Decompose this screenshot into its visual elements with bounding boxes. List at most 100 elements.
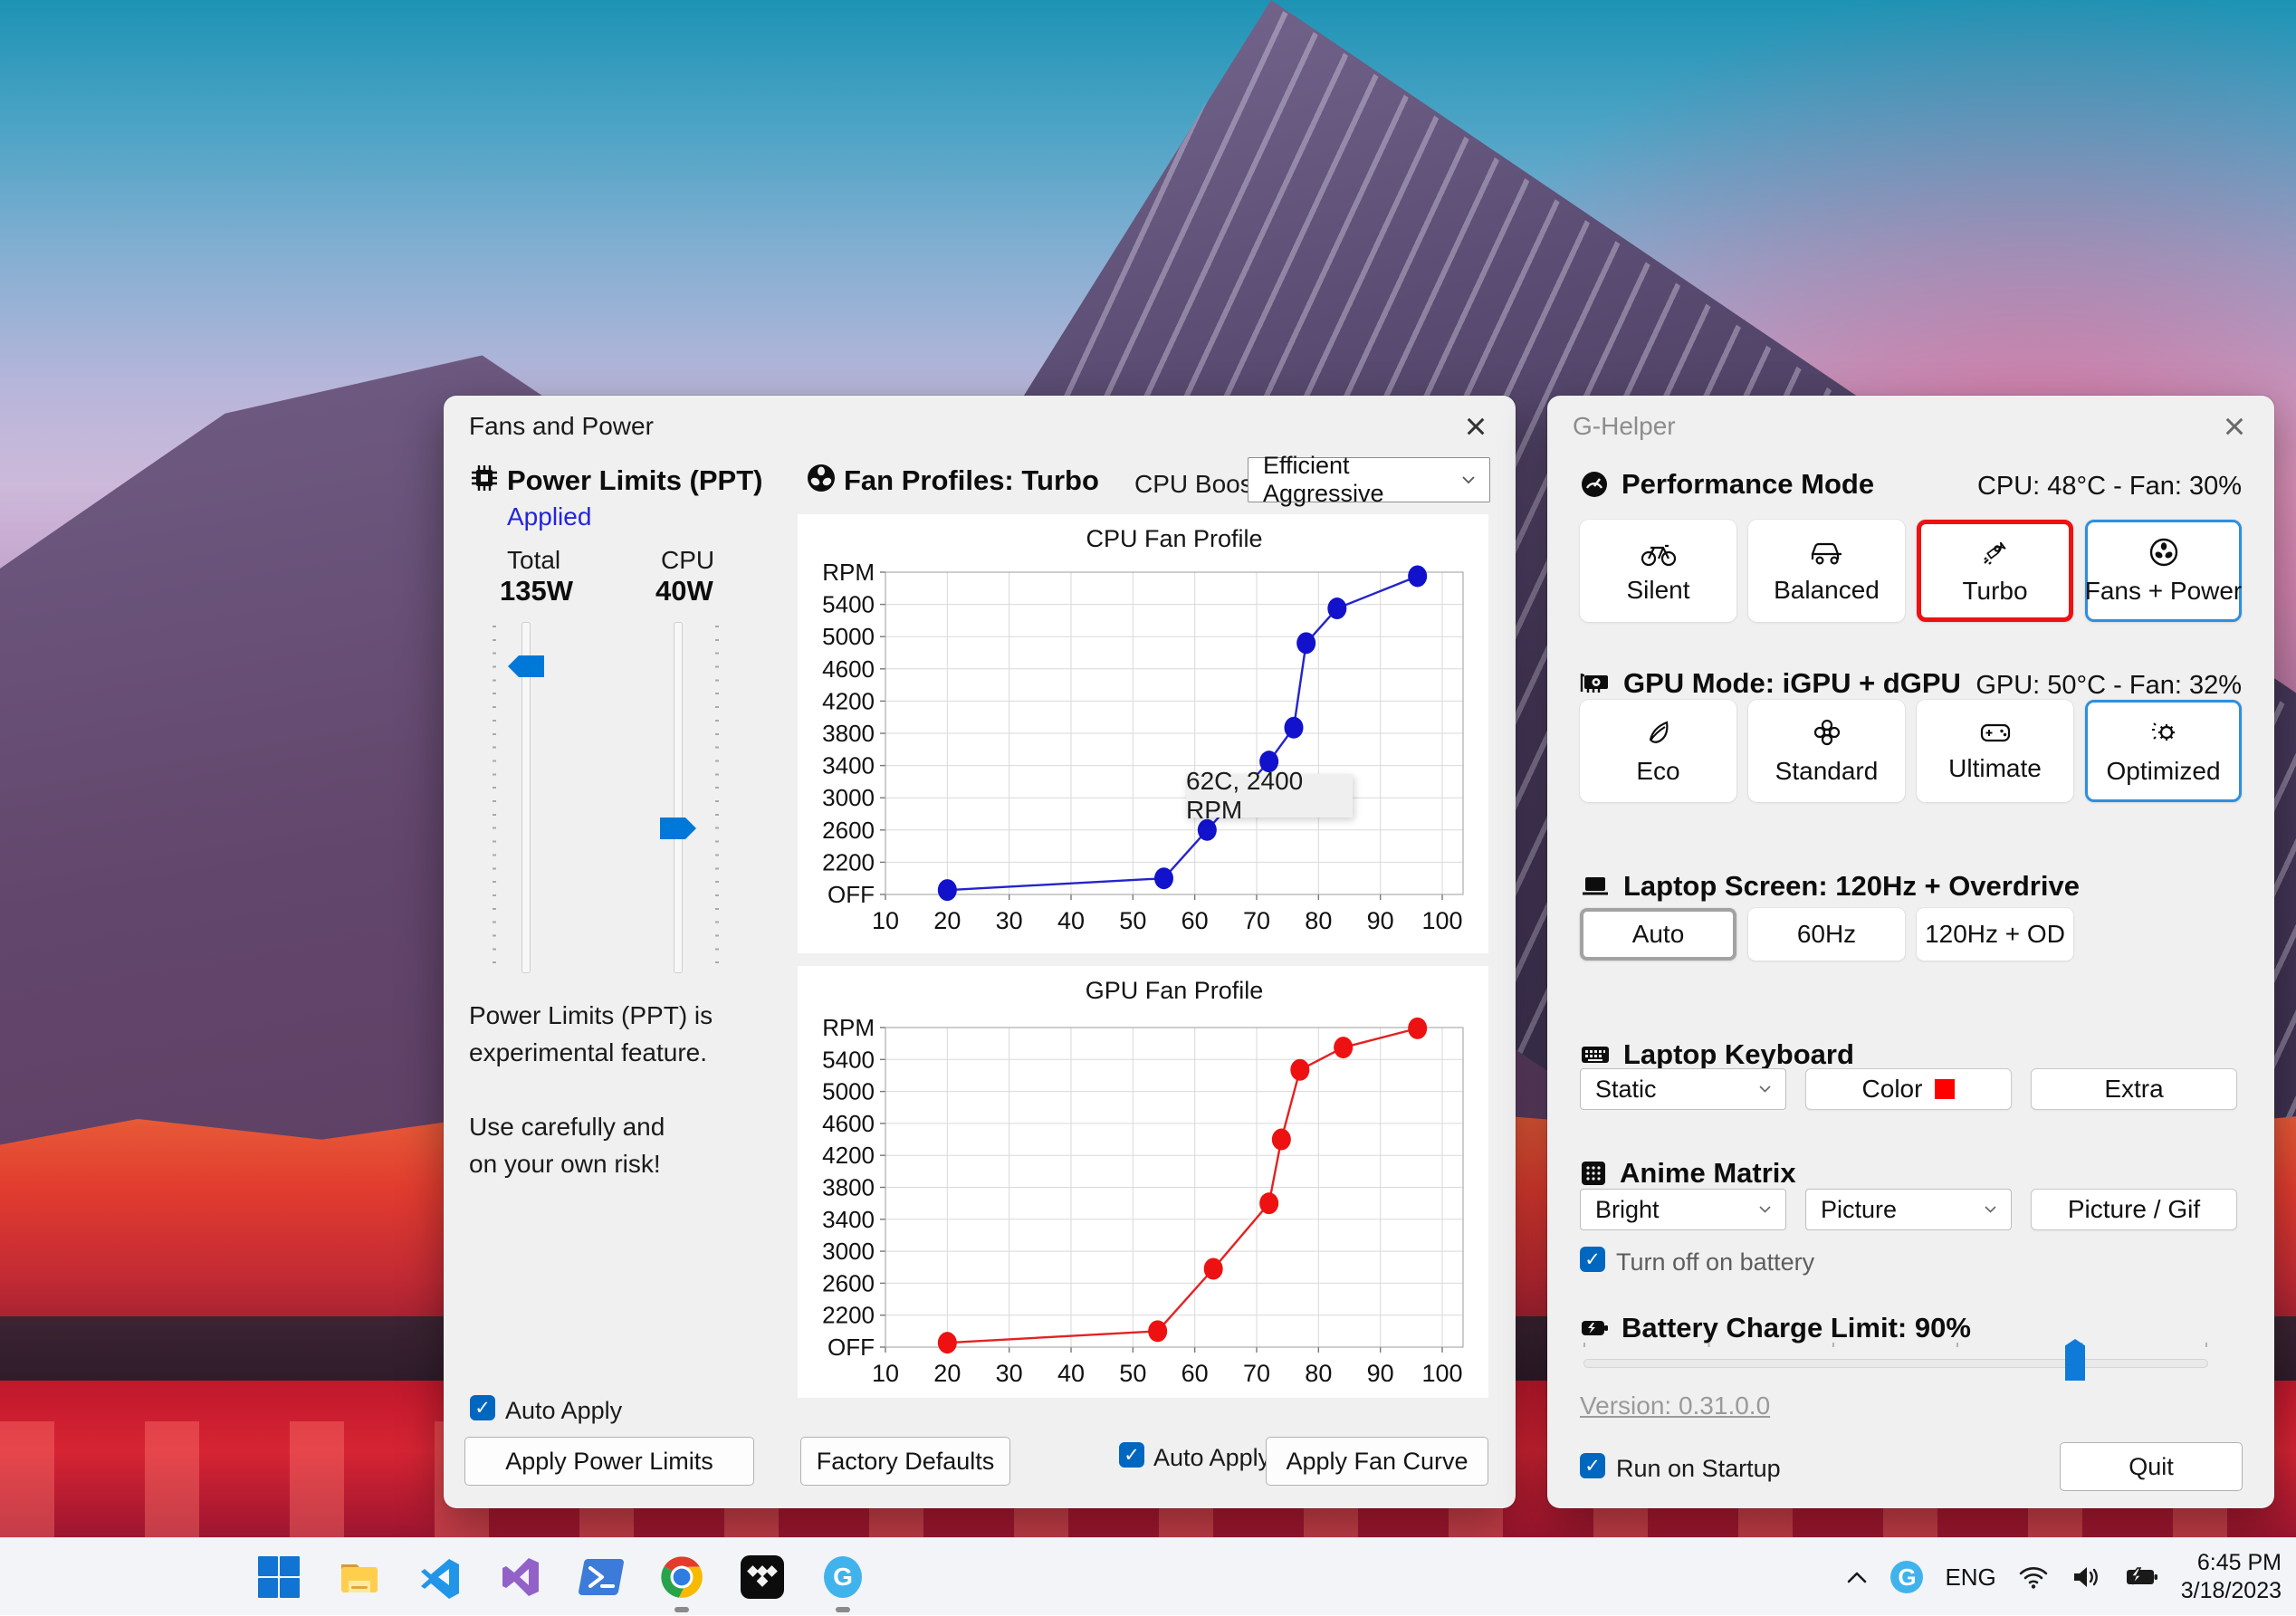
auto-apply-power-checkbox[interactable]: ✓: [470, 1395, 495, 1420]
chrome-icon[interactable]: [654, 1549, 709, 1604]
perf-mode-balanced-button[interactable]: Balanced: [1748, 520, 1905, 622]
auto-apply-fan-label: Auto Apply: [1153, 1444, 1270, 1472]
perf-mode-silent-button[interactable]: Silent: [1580, 520, 1736, 622]
auto-apply-power-label: Auto Apply: [505, 1397, 622, 1425]
screen-auto-label: Auto: [1632, 920, 1685, 949]
total-slider-value: 135W: [500, 575, 573, 607]
keyboard-mode-dropdown[interactable]: Static: [1580, 1068, 1786, 1110]
rocket-icon: [1980, 537, 2011, 568]
screen-auto-button[interactable]: Auto: [1580, 908, 1736, 961]
volume-icon[interactable]: [2071, 1564, 2101, 1590]
gamepad-icon: [1978, 720, 2013, 745]
gpu-mode-standard-button[interactable]: Standard: [1748, 700, 1905, 802]
chevron-down-icon: [1462, 476, 1475, 484]
ghelper-taskbar-icon[interactable]: G: [815, 1549, 870, 1604]
svg-text:OFF: OFF: [828, 1334, 875, 1361]
vscode-icon[interactable]: [412, 1549, 467, 1604]
close-icon[interactable]: ×: [1454, 405, 1497, 448]
battery-slider-track[interactable]: [1583, 1359, 2208, 1368]
gpu-mode-ultimate-button[interactable]: Ultimate: [1917, 700, 2073, 802]
svg-text:80: 80: [1305, 1360, 1332, 1387]
tidal-icon[interactable]: [734, 1549, 789, 1604]
gpu-mode-standard-label: Standard: [1775, 757, 1879, 786]
start-button[interactable]: [251, 1549, 306, 1604]
anime-brightness-dropdown[interactable]: Bright: [1580, 1189, 1786, 1230]
perf-mode-silent-label: Silent: [1626, 576, 1689, 605]
screen-120hz-od-button[interactable]: 120Hz + OD: [1917, 908, 2073, 961]
checkmark-icon: ✓: [474, 1397, 491, 1420]
run-on-startup-checkbox[interactable]: ✓: [1580, 1453, 1605, 1478]
gpu-mode-header: GPU Mode: iGPU + dGPU: [1580, 667, 1961, 700]
svg-text:2600: 2600: [822, 1269, 875, 1296]
total-slider-thumb[interactable]: [508, 655, 544, 677]
warning-line: Use carefully and: [469, 1108, 713, 1145]
perf-mode-turbo-button[interactable]: Turbo: [1917, 520, 2073, 622]
keyboard-color-button[interactable]: Color: [1805, 1068, 2012, 1110]
clock[interactable]: 6:45 PM 3/18/2023: [2181, 1549, 2282, 1605]
perf-mode-fans-power-button[interactable]: Fans + Power: [2085, 520, 2242, 622]
file-explorer-icon[interactable]: [331, 1549, 387, 1604]
anime-battery-checkbox[interactable]: ✓: [1580, 1247, 1605, 1272]
powershell-icon[interactable]: [573, 1549, 628, 1604]
svg-text:20: 20: [933, 907, 961, 934]
cpu-slider-thumb[interactable]: [660, 818, 696, 839]
svg-text:100: 100: [1421, 907, 1462, 934]
factory-defaults-button[interactable]: Factory Defaults: [800, 1437, 1010, 1486]
anime-brightness-value: Bright: [1595, 1196, 1660, 1224]
anime-matrix-heading: Anime Matrix: [1620, 1157, 1796, 1190]
warning-line: Power Limits (PPT) is: [469, 997, 713, 1034]
chevron-down-icon: [1985, 1206, 1996, 1213]
window-title: Fans and Power: [469, 412, 654, 441]
total-slider-label: Total: [507, 546, 560, 575]
apply-power-limits-button[interactable]: Apply Power Limits: [464, 1437, 754, 1486]
svg-text:3800: 3800: [822, 1174, 875, 1201]
ghelper-tray-icon[interactable]: G: [1890, 1561, 1923, 1593]
close-icon[interactable]: ×: [2213, 405, 2256, 448]
gpu-mode-eco-button[interactable]: Eco: [1580, 700, 1736, 802]
performance-mode-header: Performance Mode: [1580, 468, 1874, 501]
anime-picture-gif-button[interactable]: Picture / Gif: [2031, 1189, 2237, 1230]
power-limits-applied-link[interactable]: Applied: [507, 502, 591, 531]
gpu-fan-chart-panel[interactable]: OFF220026003000340038004200460050005400R…: [798, 966, 1488, 1398]
quit-button[interactable]: Quit: [2060, 1442, 2243, 1491]
fans-and-power-window: Fans and Power × Power Limits (PPT) Appl…: [444, 396, 1516, 1508]
gpu-mode-optimized-button[interactable]: Optimized: [2085, 700, 2242, 802]
system-tray: G ENG 6:45 PM 3/18/2023: [1845, 1538, 2282, 1616]
svg-text:50: 50: [1119, 907, 1146, 934]
cpu-boost-dropdown[interactable]: Efficient Aggressive: [1248, 457, 1490, 502]
svg-text:10: 10: [872, 907, 899, 934]
perf-mode-balanced-label: Balanced: [1774, 576, 1880, 605]
keyboard-extra-button[interactable]: Extra: [2031, 1068, 2237, 1110]
cpu-slider-track[interactable]: [674, 622, 683, 973]
car-icon: [1809, 538, 1845, 567]
svg-text:30: 30: [996, 907, 1023, 934]
wifi-icon[interactable]: [2018, 1564, 2049, 1590]
apply-fan-curve-button[interactable]: Apply Fan Curve: [1266, 1437, 1488, 1486]
svg-text:RPM: RPM: [822, 1014, 875, 1041]
tray-date: 3/18/2023: [2181, 1577, 2282, 1605]
svg-text:40: 40: [1057, 1360, 1085, 1387]
flower-icon: [1812, 717, 1842, 748]
taskbar-icons: G: [251, 1549, 870, 1604]
tray-chevron-up-icon[interactable]: [1845, 1569, 1869, 1585]
anime-mode-value: Picture: [1821, 1196, 1897, 1224]
fan-icon: [2148, 537, 2179, 568]
svg-text:2200: 2200: [822, 848, 875, 875]
leaf-icon: [1643, 717, 1674, 748]
visual-studio-icon[interactable]: [493, 1549, 548, 1604]
battery-slider-thumb[interactable]: [2065, 1339, 2085, 1381]
laptop-icon: [1580, 874, 1611, 899]
cpu-fan-chart: OFF220026003000340038004200460050005400R…: [798, 514, 1488, 953]
svg-text:CPU Fan Profile: CPU Fan Profile: [1086, 525, 1262, 552]
auto-apply-fan-checkbox[interactable]: ✓: [1119, 1442, 1144, 1468]
battery-bolt-icon: [1580, 1316, 1609, 1340]
battery-limit-heading: Battery Charge Limit: 90%: [1622, 1312, 1971, 1344]
version-link[interactable]: Version: 0.31.0.0: [1580, 1391, 1770, 1420]
anime-mode-dropdown[interactable]: Picture: [1805, 1189, 2012, 1230]
cpu-fan-chart-panel[interactable]: OFF220026003000340038004200460050005400R…: [798, 514, 1488, 953]
screen-60hz-button[interactable]: 60Hz: [1748, 908, 1905, 961]
battery-charging-icon[interactable]: [2123, 1565, 2159, 1589]
svg-text:20: 20: [933, 1360, 961, 1387]
laptop-screen-header: Laptop Screen: 120Hz + Overdrive: [1580, 870, 2080, 903]
language-indicator[interactable]: ENG: [1945, 1563, 1995, 1592]
